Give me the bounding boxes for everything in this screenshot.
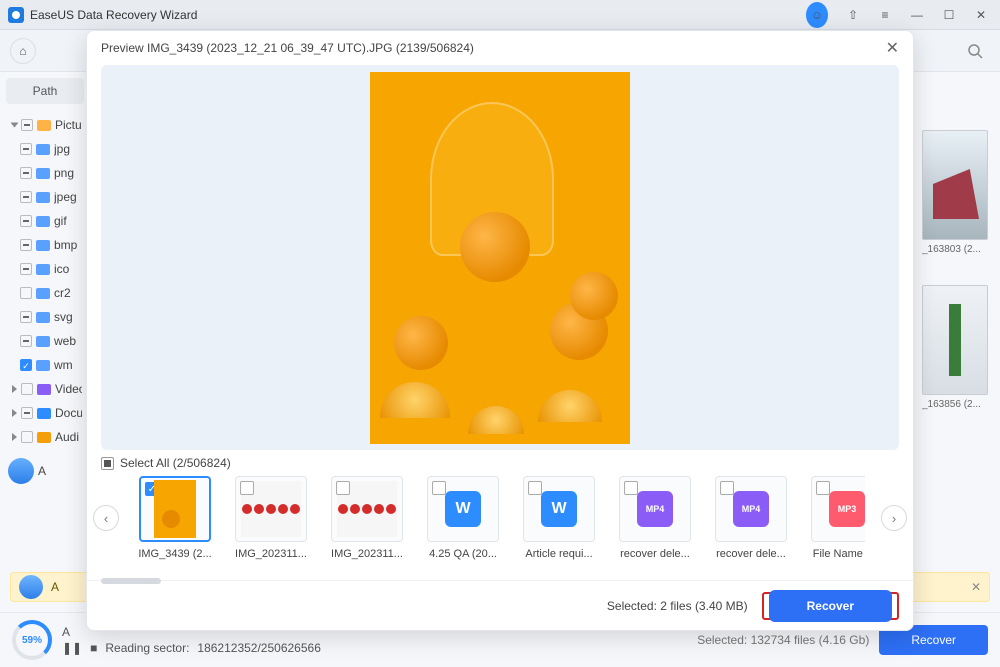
recover-button-highlight: Recover — [762, 592, 899, 620]
thumbnail-label: File Name L... — [807, 548, 865, 560]
preview-modal: Preview IMG_3439 (2023_12_21 06_39_47 UT… — [86, 30, 914, 631]
modal-header: Preview IMG_3439 (2023_12_21 06_39_47 UT… — [87, 31, 913, 65]
thumbnail-checkbox[interactable] — [624, 481, 638, 495]
strip-prev-icon[interactable]: ‹ — [93, 505, 119, 531]
close-icon[interactable]: ✕ — [886, 38, 899, 58]
word-icon: W — [445, 491, 481, 527]
word-icon: W — [541, 491, 577, 527]
select-all-checkbox[interactable] — [101, 457, 114, 470]
modal-title: Preview IMG_3439 (2023_12_21 06_39_47 UT… — [101, 41, 474, 55]
thumbnail-checkbox[interactable] — [528, 481, 542, 495]
strip-scrollbar[interactable] — [101, 578, 161, 584]
modal-footer: Selected: 2 files (3.40 MB) Recover — [87, 580, 913, 630]
thumbnail-strip: ‹ IMG_3439 (2... IMG_202311... IMG_202311.… — [87, 472, 913, 580]
mp4-icon: MP4 — [637, 491, 673, 527]
select-all-row[interactable]: Select All (2/506824) — [87, 450, 913, 472]
thumbnail-label: recover dele... — [711, 548, 791, 560]
thumbnail-label: IMG_202311... — [231, 548, 311, 560]
thumbnail-checkbox[interactable] — [720, 481, 734, 495]
mp4-icon: MP4 — [733, 491, 769, 527]
thumbnail-label: recover dele... — [615, 548, 695, 560]
thumbnail[interactable]: MP3 File Name L... — [807, 476, 865, 560]
thumbnail[interactable]: MP4 recover dele... — [711, 476, 791, 560]
select-all-label: Select All (2/506824) — [120, 456, 231, 470]
thumbnail-checkbox[interactable] — [432, 481, 446, 495]
mp3-icon: MP3 — [829, 491, 865, 527]
preview-area — [101, 65, 899, 450]
thumbnail-checkbox[interactable] — [240, 481, 254, 495]
thumbnail-label: IMG_202311... — [327, 548, 407, 560]
thumbnail-label: Article requi... — [519, 548, 599, 560]
strip-next-icon[interactable]: › — [881, 505, 907, 531]
thumbnail[interactable]: MP4 recover dele... — [615, 476, 695, 560]
thumbnail-label: IMG_3439 (2... — [135, 548, 215, 560]
thumbnail[interactable]: W 4.25 QA (20... — [423, 476, 503, 560]
thumbnail[interactable]: IMG_3439 (2... — [135, 476, 215, 560]
recover-button[interactable]: Recover — [769, 590, 892, 622]
thumbnail[interactable]: IMG_202311... — [327, 476, 407, 560]
thumbnail-checkbox[interactable] — [336, 481, 350, 495]
modal-selection-info: Selected: 2 files (3.40 MB) — [607, 599, 748, 613]
thumbnail[interactable]: IMG_202311... — [231, 476, 311, 560]
thumbnail[interactable]: W Article requi... — [519, 476, 599, 560]
thumbnail-label: 4.25 QA (20... — [423, 548, 503, 560]
preview-image — [370, 72, 630, 444]
thumbnail-checkbox[interactable] — [816, 481, 830, 495]
